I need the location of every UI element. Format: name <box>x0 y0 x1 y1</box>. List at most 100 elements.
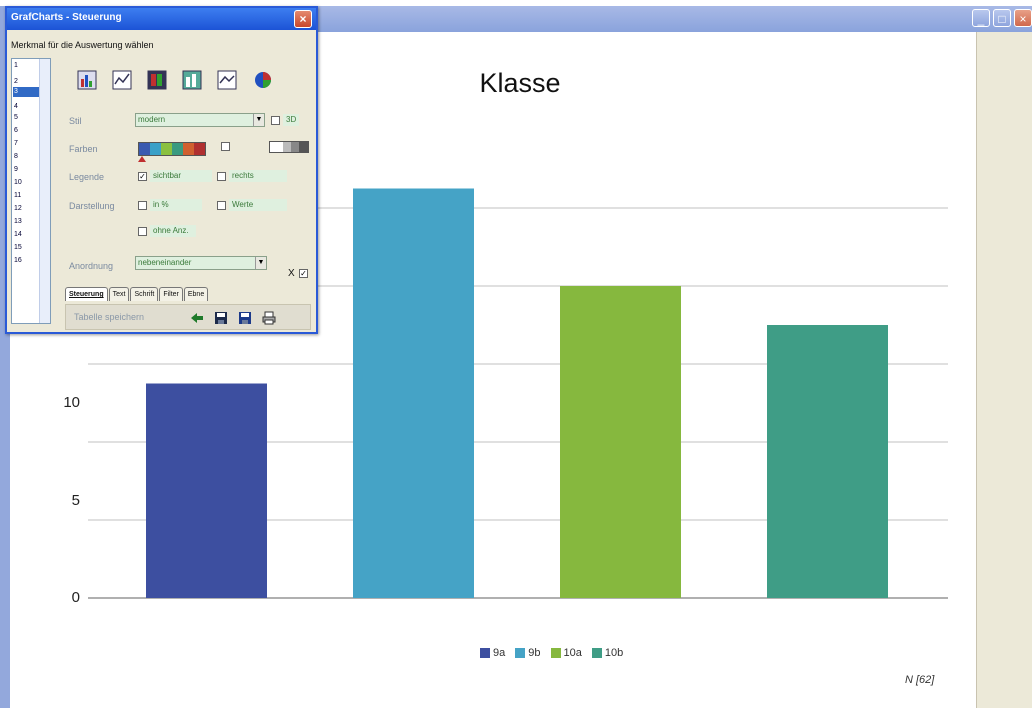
list-scrollbar[interactable] <box>39 59 50 323</box>
bar-9b <box>353 188 474 598</box>
legend-label: 10a <box>563 647 582 659</box>
list-item[interactable]: 12 <box>13 204 42 214</box>
list-item[interactable]: 8 <box>13 152 42 162</box>
legend-item: 9b <box>515 647 541 659</box>
values-checkbox[interactable] <box>217 201 226 210</box>
list-item[interactable]: 14 <box>13 230 42 240</box>
list-item[interactable]: 7 <box>13 139 42 149</box>
no-count-label: ohne Anz. <box>150 225 196 237</box>
legende-right-label: rechts <box>229 170 287 182</box>
chevron-down-icon[interactable]: ▼ <box>255 257 266 269</box>
maximize-button[interactable]: □ <box>993 9 1011 27</box>
palette-swatch[interactable] <box>194 143 205 155</box>
percent-label: in % <box>150 199 202 211</box>
bar-chart-icon[interactable] <box>77 70 97 90</box>
save-as-icon[interactable] <box>238 311 252 325</box>
anordnung-select[interactable]: nebeneinander ▼ <box>135 256 267 270</box>
back-arrow-icon[interactable] <box>190 311 204 325</box>
list-item[interactable]: 11 <box>13 191 42 201</box>
tab-schrift[interactable]: Schrift <box>130 287 159 301</box>
legend-item: 10b <box>591 647 624 659</box>
palette-swatch[interactable] <box>172 143 183 155</box>
list-item[interactable]: 6 <box>13 126 42 136</box>
legend-swatch <box>550 648 561 658</box>
save-table-label[interactable]: Tabelle speichern <box>74 312 144 322</box>
line-chart-icon[interactable] <box>112 70 132 90</box>
minimize-button[interactable]: _ <box>972 9 990 27</box>
list-item[interactable]: 5 <box>13 113 42 123</box>
list-item[interactable]: 9 <box>13 165 42 175</box>
palette-swatch[interactable] <box>150 143 161 155</box>
list-item[interactable]: 2 <box>13 77 42 87</box>
legende-visible-checkbox[interactable]: ✓ <box>138 172 147 181</box>
chart-legend: 9a 9b 10a 10b <box>480 647 623 659</box>
y-tick-label: 5 <box>71 491 80 509</box>
no-count-checkbox[interactable] <box>138 227 147 236</box>
tab-steuerung[interactable]: Steuerung <box>65 287 108 301</box>
legend-item: 10a <box>550 647 582 659</box>
palette-swatch[interactable] <box>139 143 150 155</box>
palette-checkbox[interactable] <box>221 142 230 151</box>
list-item[interactable]: 4 <box>13 102 42 112</box>
list-item[interactable]: 10 <box>13 178 42 188</box>
area-chart-icon[interactable] <box>217 70 237 90</box>
3d-label: 3D <box>283 114 300 126</box>
print-icon[interactable] <box>262 311 276 325</box>
x-checkbox[interactable]: ✓ <box>299 269 308 278</box>
legend-label: 9b <box>528 647 541 659</box>
tab-filter[interactable]: Filter <box>159 287 183 301</box>
dialog-close-button[interactable]: × <box>294 10 312 28</box>
palette-marker-icon <box>138 156 146 162</box>
farben-label: Farben <box>69 144 98 154</box>
3d-checkbox[interactable] <box>271 116 280 125</box>
grafcharts-dialog: GrafCharts - Steuerung × Merkmal für die… <box>5 6 318 334</box>
dialog-tabs: Steuerung Text Schrift Filter Ebne <box>65 287 209 301</box>
dialog-title: GrafCharts - Steuerung <box>11 12 122 23</box>
y-tick-label: 10 <box>63 394 80 411</box>
legende-visible-label: sichtbar <box>150 170 212 182</box>
x-label: X <box>288 268 295 279</box>
bar-10a <box>560 286 681 598</box>
palette-swatch[interactable] <box>161 143 172 155</box>
legende-right-checkbox[interactable] <box>217 172 226 181</box>
bar-9a <box>146 383 267 598</box>
variable-list[interactable]: 1 2 3 4 5 6 7 8 9 10 11 12 13 14 15 16 <box>11 58 51 324</box>
side-panel <box>976 32 1032 708</box>
legend-label: 10b <box>604 647 624 659</box>
list-item-selected[interactable]: 3 <box>13 87 42 97</box>
legend-label: 9a <box>493 647 506 659</box>
color-palette[interactable] <box>138 142 206 156</box>
legend-swatch <box>480 648 490 658</box>
dialog-titlebar[interactable]: GrafCharts - Steuerung × <box>7 8 316 30</box>
dialog-subtitle: Merkmal für die Auswertung wählen <box>11 40 154 50</box>
anordnung-value: nebeneinander <box>138 258 192 267</box>
list-item[interactable]: 1 <box>13 61 42 71</box>
stil-select[interactable]: modern ▼ <box>135 113 265 127</box>
y-tick-label: 0 <box>71 589 80 606</box>
legende-label: Legende <box>69 172 105 182</box>
legend-item: 9a <box>480 647 505 659</box>
stacked-bar-icon[interactable] <box>147 70 167 90</box>
chart-title: Klasse <box>479 68 561 98</box>
list-item[interactable]: 16 <box>13 256 42 266</box>
list-item[interactable]: 15 <box>13 243 42 253</box>
chevron-down-icon[interactable]: ▼ <box>253 114 264 126</box>
bar-10b <box>767 325 888 598</box>
grayscale-palette-icon[interactable] <box>269 141 309 153</box>
stil-label: Stil <box>69 116 82 126</box>
legend-swatch <box>515 648 526 658</box>
anordnung-label: Anordnung <box>69 261 114 271</box>
3d-bar-icon[interactable] <box>182 70 202 90</box>
tab-text[interactable]: Text <box>108 287 130 301</box>
dialog-bottom-bar: Tabelle speichern <box>65 304 311 330</box>
percent-checkbox[interactable] <box>138 201 147 210</box>
palette-swatch[interactable] <box>183 143 194 155</box>
stil-value: modern <box>138 115 166 124</box>
legend-swatch <box>591 648 602 658</box>
save-icon[interactable] <box>214 311 228 325</box>
tab-ebne[interactable]: Ebne <box>183 287 209 301</box>
sample-size-label: N [62] <box>905 674 935 686</box>
list-item[interactable]: 13 <box>13 217 42 227</box>
pie-chart-icon[interactable] <box>253 70 273 90</box>
close-button[interactable]: × <box>1014 9 1032 27</box>
